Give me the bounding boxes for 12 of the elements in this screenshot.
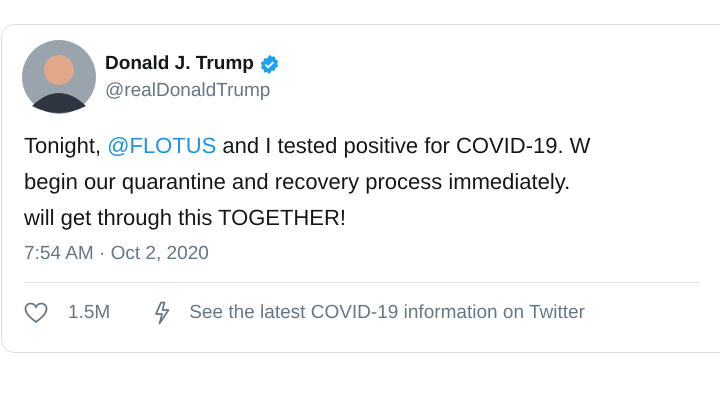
- author-handle[interactable]: @realDonaldTrump: [105, 78, 280, 104]
- like-count: 1.5M: [68, 300, 110, 325]
- covid-info-link[interactable]: See the latest COVID-19 information on Twitter: [189, 298, 585, 328]
- tweet-text: begin our quarantine and recovery process immediately.: [24, 168, 572, 196]
- mention-link[interactable]: @FLOTUS: [107, 133, 216, 158]
- heart-icon[interactable]: [24, 302, 48, 324]
- lightning-icon: [153, 301, 172, 325]
- tweet-text: will get through this TOGETHER!: [24, 204, 347, 232]
- timestamp[interactable]: 7:54 AM · Oct 2, 2020: [24, 240, 209, 268]
- tweet-text: Tonight, @FLOTUS and I tested positive for COVID-19. W: [24, 132, 592, 160]
- avatar[interactable]: [22, 40, 96, 114]
- author-name[interactable]: Donald J. Trump: [105, 50, 254, 78]
